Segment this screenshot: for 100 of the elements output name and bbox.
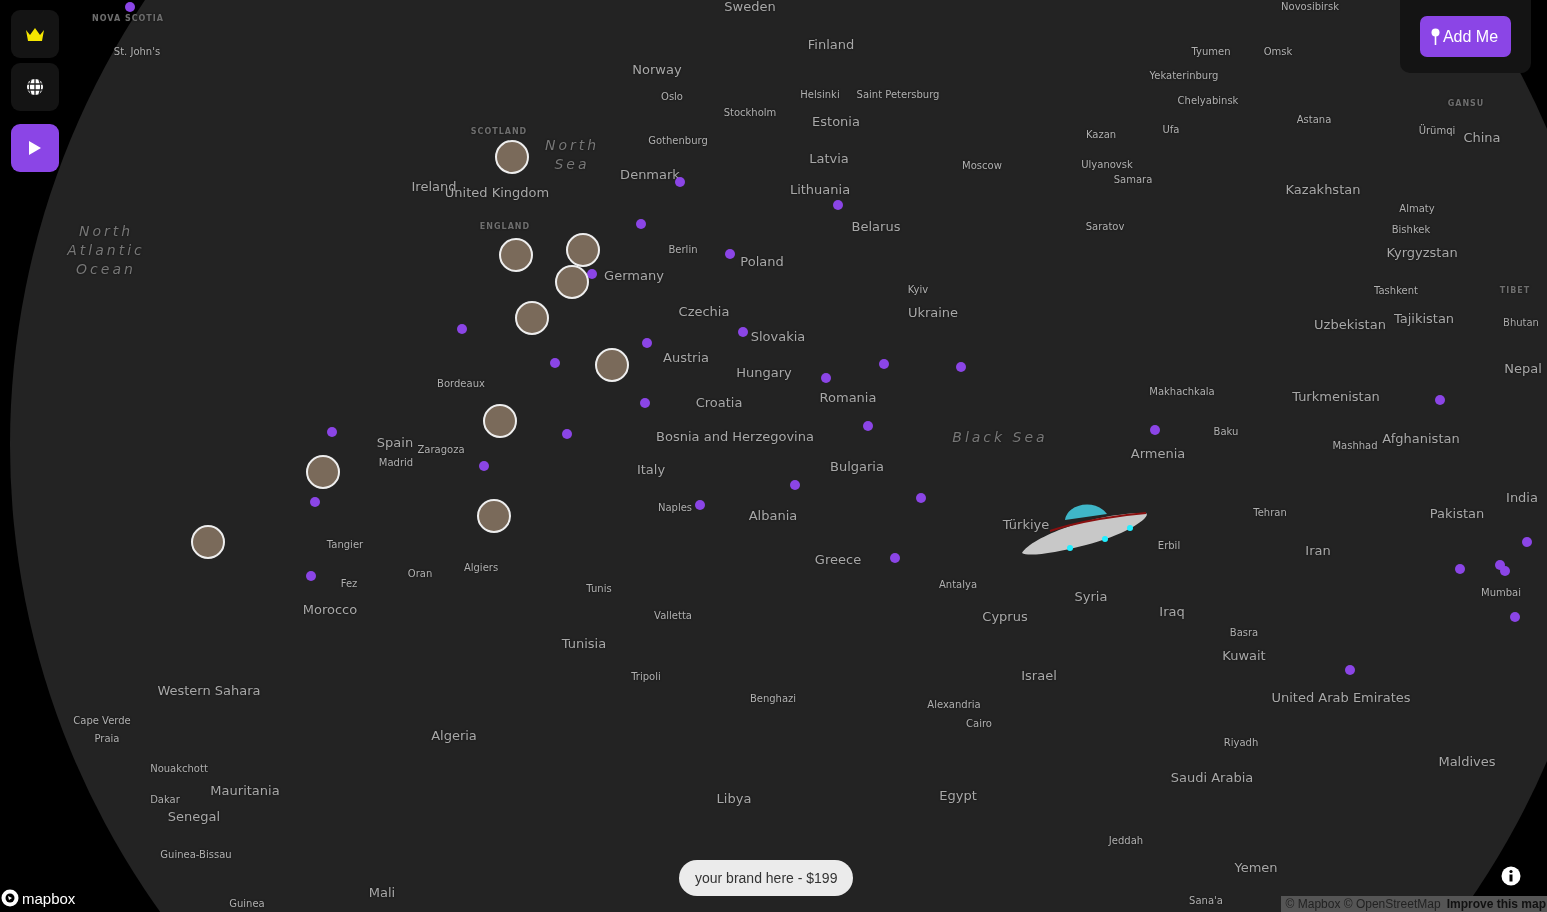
map-label: Belarus — [851, 218, 901, 234]
location-marker[interactable] — [956, 362, 966, 372]
map-label: Nouakchott — [150, 762, 208, 774]
map-label: Saudi Arabia — [1170, 769, 1254, 785]
crown-button[interactable] — [11, 10, 59, 58]
map-label: Fez — [340, 577, 358, 589]
map-label: Estonia — [812, 113, 860, 129]
map-label: Spain — [376, 434, 414, 450]
map-label: Black Sea — [951, 427, 1049, 447]
map-label: Türkiye — [1002, 516, 1050, 532]
location-marker[interactable] — [479, 461, 489, 471]
map-label: Germany — [604, 267, 664, 283]
crown-icon — [25, 26, 45, 42]
location-marker[interactable] — [550, 358, 560, 368]
location-marker[interactable] — [587, 269, 597, 279]
location-marker[interactable] — [636, 219, 646, 229]
map-label: Ufa — [1162, 123, 1180, 135]
location-marker[interactable] — [879, 359, 889, 369]
info-icon[interactable] — [1501, 866, 1521, 886]
map-label: Chelyabinsk — [1177, 94, 1239, 106]
map-label: Tunis — [586, 582, 612, 594]
location-marker[interactable] — [1522, 537, 1532, 547]
map-label: Erbil — [1157, 539, 1181, 551]
location-marker[interactable] — [890, 553, 900, 563]
map-label: Slovakia — [750, 328, 806, 344]
location-marker[interactable] — [1500, 566, 1510, 576]
map-label: Tyumen — [1191, 45, 1231, 57]
map-label: Stockholm — [723, 106, 777, 118]
location-marker[interactable] — [640, 398, 650, 408]
map-label: Makhachkala — [1149, 385, 1215, 397]
map-label: Cairo — [966, 717, 992, 729]
location-marker[interactable] — [310, 497, 320, 507]
map-label: Afghanistan — [1382, 430, 1460, 446]
map-label: NOVA SCOTIA — [92, 13, 164, 23]
map-label: Hungary — [736, 364, 792, 380]
map-label: United Arab Emirates — [1271, 689, 1411, 705]
map-label: Tajikistan — [1393, 310, 1455, 326]
map-label: SCOTLAND — [470, 126, 528, 136]
map-label: Mashhad — [1332, 439, 1378, 451]
globe-icon — [26, 78, 44, 96]
location-marker[interactable] — [1510, 612, 1520, 622]
location-marker[interactable] — [642, 338, 652, 348]
map-label: Denmark — [620, 166, 680, 182]
map-label: Baku — [1213, 425, 1239, 437]
location-marker[interactable] — [457, 324, 467, 334]
location-marker[interactable] — [695, 500, 705, 510]
map-label: Albania — [748, 507, 798, 523]
location-marker[interactable] — [863, 421, 873, 431]
location-marker[interactable] — [1150, 425, 1160, 435]
location-marker[interactable] — [562, 429, 572, 439]
map-label: Saratov — [1085, 220, 1125, 232]
map-label: Tripoli — [631, 670, 661, 682]
map-label: Zaragoza — [417, 443, 465, 455]
map-label: Praia — [94, 732, 120, 744]
location-marker[interactable] — [306, 571, 316, 581]
map-label: China — [1463, 129, 1501, 145]
map-label: Alexandria — [927, 698, 981, 710]
map-label: Mumbai — [1481, 586, 1521, 598]
location-marker[interactable] — [1345, 665, 1355, 675]
map-label: Western Sahara — [157, 682, 261, 698]
location-marker[interactable] — [833, 200, 843, 210]
map-label: Syria — [1074, 588, 1108, 604]
map-label: Benghazi — [749, 692, 797, 704]
location-marker[interactable] — [916, 493, 926, 503]
location-marker[interactable] — [725, 249, 735, 259]
map-label: North Sea — [543, 136, 601, 174]
location-marker[interactable] — [821, 373, 831, 383]
map-label: Latvia — [809, 150, 849, 166]
map-label: Sana'a — [1189, 894, 1223, 906]
map-label: Oran — [407, 567, 433, 579]
map-label: Almaty — [1399, 202, 1435, 214]
map-label: Astana — [1296, 113, 1332, 125]
map-label: Pakistan — [1429, 505, 1485, 521]
location-marker[interactable] — [125, 2, 135, 12]
globe-button[interactable] — [11, 63, 59, 111]
promo-button[interactable]: your brand here - $199 — [679, 860, 854, 896]
map-label: Uzbekistan — [1314, 316, 1386, 332]
map-label: Novosibirsk — [1281, 0, 1339, 12]
map-label: Tashkent — [1374, 284, 1418, 296]
map-label: Cyprus — [982, 608, 1028, 624]
location-marker[interactable] — [790, 480, 800, 490]
map-label: Omsk — [1263, 45, 1293, 57]
play-button[interactable] — [11, 124, 59, 172]
map-label: TIBET — [1499, 285, 1531, 295]
location-marker[interactable] — [1455, 564, 1465, 574]
location-marker[interactable] — [738, 327, 748, 337]
map-label: Samara — [1113, 173, 1153, 185]
location-marker[interactable] — [1435, 395, 1445, 405]
map-label: Tangier — [326, 538, 364, 550]
map-label: Tehran — [1253, 506, 1287, 518]
map-label: Israel — [1021, 667, 1057, 683]
map-label: ENGLAND — [479, 221, 531, 231]
map-label: Yekaterinburg — [1149, 69, 1219, 81]
add-me-button[interactable]: Add Me — [1419, 16, 1512, 57]
location-marker[interactable] — [675, 177, 685, 187]
map-label: Ukraine — [907, 304, 959, 320]
location-marker[interactable] — [327, 427, 337, 437]
map-label: St. John's — [113, 45, 161, 57]
map-label: Gothenburg — [648, 134, 708, 146]
map-label: Antalya — [938, 578, 978, 590]
